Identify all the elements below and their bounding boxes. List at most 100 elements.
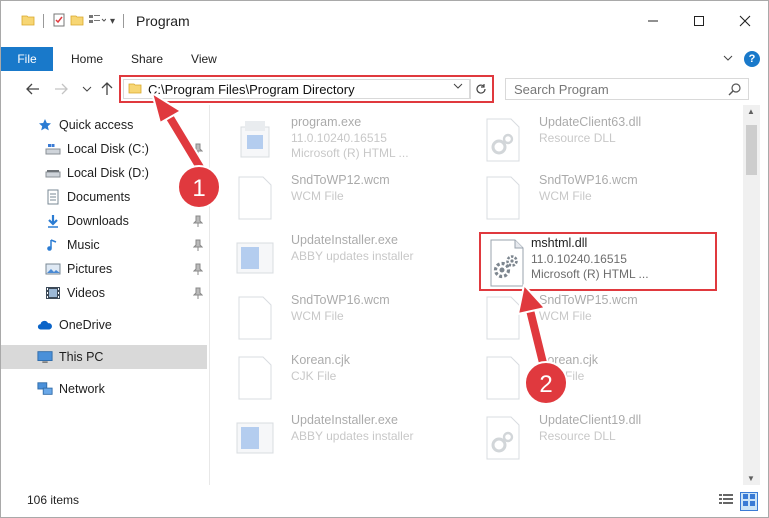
arrow-left-icon bbox=[26, 83, 39, 95]
sidebar-item-local-disk-d[interactable]: Local Disk (D:) bbox=[1, 161, 207, 185]
file-detail: 11.0.10240.16515 bbox=[291, 131, 387, 145]
address-bar[interactable]: C:\Program Files\Program Directory bbox=[119, 75, 494, 103]
details-view-icon[interactable] bbox=[718, 492, 734, 511]
large-icons-view-icon[interactable] bbox=[740, 492, 758, 511]
sidebar-item-pictures[interactable]: Pictures bbox=[1, 257, 207, 281]
pin-icon[interactable] bbox=[192, 215, 204, 230]
file-item[interactable]: UpdateClient19.dll Resource DLL bbox=[481, 411, 711, 465]
address-field[interactable]: C:\Program Files\Program Directory bbox=[123, 79, 470, 99]
tab-share[interactable]: Share bbox=[117, 47, 177, 71]
cloud-icon bbox=[37, 317, 53, 333]
pin-icon[interactable] bbox=[192, 239, 204, 254]
forward-button[interactable] bbox=[51, 79, 71, 99]
sidebar-item-videos[interactable]: Videos bbox=[1, 281, 207, 305]
file-item[interactable]: SndToWP16.wcm WCM File bbox=[233, 291, 463, 345]
vertical-scrollbar[interactable]: ▲ ▼ bbox=[743, 105, 760, 485]
properties-icon[interactable] bbox=[52, 13, 66, 30]
tab-home[interactable]: Home bbox=[53, 47, 117, 71]
pin-icon[interactable] bbox=[192, 143, 204, 158]
file-name: SndToWP16.wcm bbox=[291, 293, 390, 307]
view-switcher bbox=[718, 492, 758, 511]
recent-locations-button[interactable] bbox=[77, 79, 97, 99]
sidebar-item-label: Music bbox=[67, 238, 100, 252]
music-icon bbox=[45, 237, 61, 253]
pin-icon[interactable] bbox=[192, 263, 204, 278]
pin-icon[interactable] bbox=[192, 191, 204, 206]
file-name: SndToWP16.wcm bbox=[539, 173, 638, 187]
file-name: Korean.cjk bbox=[539, 353, 599, 367]
file-item[interactable]: SndToWP16.wcm WCM File bbox=[481, 171, 711, 225]
folder-icon bbox=[128, 82, 142, 97]
highlighted-file-box[interactable]: mshtml.dll 11.0.10240.16515 Microsoft (R… bbox=[479, 232, 717, 291]
scroll-down-icon[interactable]: ▼ bbox=[747, 474, 755, 483]
toolbar-divider bbox=[123, 14, 125, 28]
installer-icon bbox=[233, 117, 277, 163]
file-item[interactable]: UpdateClient63.dll Resource DLL bbox=[481, 113, 711, 167]
file-detail: WCM File bbox=[539, 189, 592, 203]
file-name: UpdateInstaller.exe bbox=[291, 413, 399, 427]
file-item[interactable]: UpdateInstaller.exe ABBY updates install… bbox=[233, 411, 463, 465]
file-item[interactable]: UpdateInstaller.exe ABBY updates install… bbox=[233, 231, 463, 285]
address-dropdown-icon[interactable] bbox=[453, 82, 463, 93]
file-name: UpdateClient19.dll bbox=[539, 413, 642, 427]
expand-ribbon-icon[interactable] bbox=[722, 52, 734, 66]
search-input[interactable]: Search Program bbox=[514, 82, 609, 97]
arrow-up-icon bbox=[101, 82, 113, 95]
file-item[interactable]: program.exe 11.0.10240.16515 Microsoft (… bbox=[233, 113, 463, 167]
help-icon[interactable]: ? bbox=[744, 51, 760, 67]
documents-icon bbox=[45, 189, 61, 205]
file-item[interactable]: Korean.cjk CJK File bbox=[481, 351, 711, 405]
drive-icon bbox=[45, 165, 61, 181]
explorer-window: ▾ Program File Home Share View ? C:\Prog… bbox=[0, 0, 769, 518]
title-bar: ▾ Program bbox=[1, 1, 768, 41]
window-controls bbox=[630, 1, 768, 41]
status-bar: 106 items bbox=[1, 489, 768, 511]
file-detail: Microsoft (R) HTML ... bbox=[291, 146, 409, 160]
sidebar-item-onedrive[interactable]: OneDrive bbox=[1, 313, 207, 337]
chevron-down-icon[interactable]: ▾ bbox=[110, 16, 115, 27]
file-detail: WCM File bbox=[291, 189, 344, 203]
toolbar-divider bbox=[43, 14, 44, 28]
maximize-button[interactable] bbox=[676, 1, 722, 41]
tab-view[interactable]: View bbox=[177, 47, 231, 71]
file-item[interactable]: Korean.cjk CJK File bbox=[233, 351, 463, 405]
up-button[interactable] bbox=[97, 79, 117, 99]
scroll-thumb[interactable] bbox=[746, 125, 757, 175]
search-icon[interactable] bbox=[728, 82, 742, 99]
search-box[interactable]: Search Program bbox=[505, 78, 749, 100]
sidebar-item-label: Network bbox=[59, 382, 105, 396]
sidebar-item-network[interactable]: Network bbox=[1, 377, 207, 401]
sidebar-item-this-pc[interactable]: This PC bbox=[1, 345, 207, 369]
file-name: SndToWP15.wcm bbox=[539, 293, 638, 307]
file-item-mshtml[interactable]: mshtml.dll 11.0.10240.16515 Microsoft (R… bbox=[487, 234, 717, 288]
minimize-button[interactable] bbox=[630, 1, 676, 41]
sidebar-item-downloads[interactable]: Downloads bbox=[1, 209, 207, 233]
close-button[interactable] bbox=[722, 1, 768, 41]
tab-file[interactable]: File bbox=[1, 47, 53, 71]
file-list: program.exe 11.0.10240.16515 Microsoft (… bbox=[211, 105, 743, 485]
sidebar-item-local-disk-c[interactable]: Local Disk (C:) bbox=[1, 137, 207, 161]
back-button[interactable] bbox=[23, 79, 43, 99]
file-item[interactable]: SndToWP15.wcm WCM File bbox=[481, 291, 711, 345]
file-name: Korean.cjk bbox=[291, 353, 351, 367]
refresh-icon bbox=[475, 84, 486, 94]
file-detail: Resource DLL bbox=[539, 429, 616, 443]
pin-icon[interactable] bbox=[192, 287, 204, 302]
file-detail: Microsoft (R) HTML ... bbox=[531, 267, 649, 281]
ribbon-tabs: File Home Share View ? bbox=[1, 47, 768, 71]
document-icon bbox=[233, 175, 277, 221]
sidebar-item-documents[interactable]: Documents bbox=[1, 185, 207, 209]
refresh-button[interactable] bbox=[470, 79, 490, 99]
customize-view-icon[interactable] bbox=[88, 13, 107, 30]
document-icon bbox=[233, 355, 277, 401]
scroll-up-icon[interactable]: ▲ bbox=[747, 107, 755, 116]
sidebar-item-label: Pictures bbox=[67, 262, 113, 276]
sidebar-item-music[interactable]: Music bbox=[1, 233, 207, 257]
document-icon bbox=[233, 295, 277, 341]
sidebar-item-quick-access[interactable]: Quick access bbox=[1, 113, 207, 137]
ribbon-controls: ? bbox=[722, 47, 760, 71]
file-item[interactable]: SndToWP12.wcm WCM File bbox=[233, 171, 463, 225]
new-folder-icon[interactable] bbox=[70, 13, 84, 30]
folder-icon bbox=[21, 13, 35, 30]
file-detail: ABBY updates installer bbox=[291, 429, 414, 443]
